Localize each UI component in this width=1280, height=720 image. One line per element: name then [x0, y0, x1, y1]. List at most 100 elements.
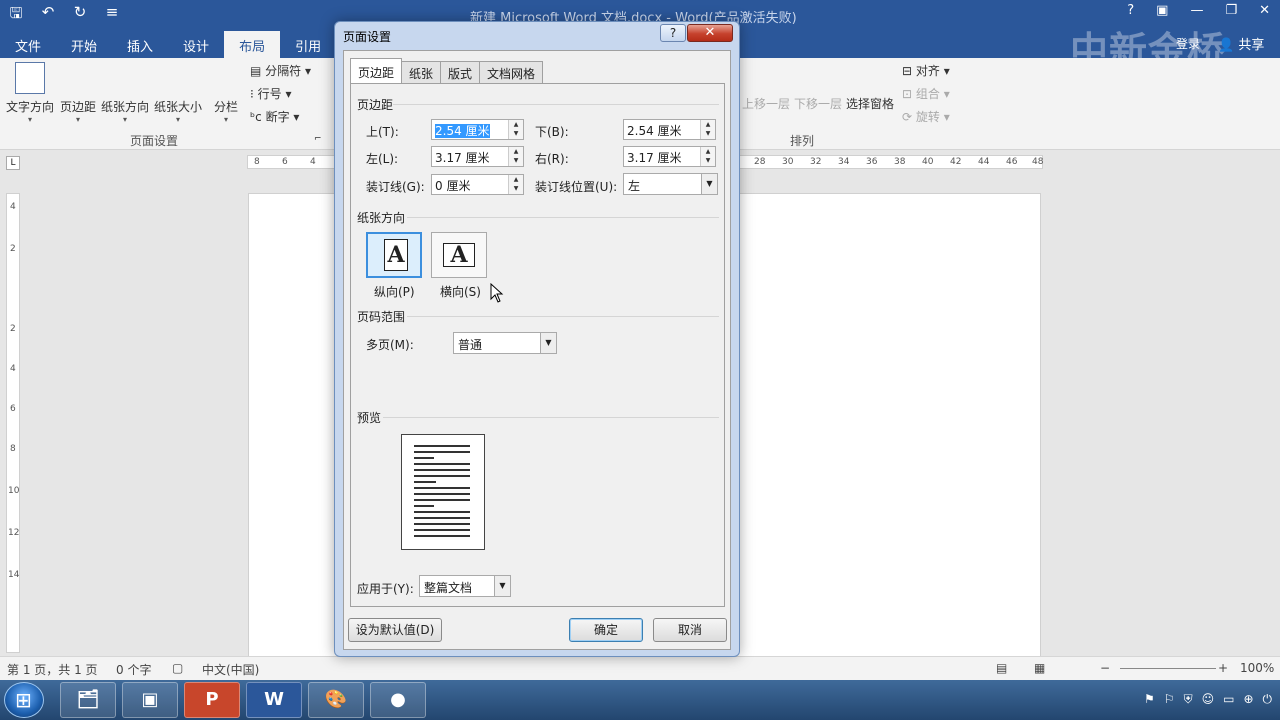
- zoom-level[interactable]: 100%: [1240, 661, 1274, 675]
- dropdown-arrow-icon[interactable]: ▼: [540, 333, 556, 353]
- quick-access-toolbar: 🖫 ↶ ↻ ≡: [6, 3, 122, 28]
- tab-design[interactable]: 设计: [168, 31, 224, 58]
- landscape-option[interactable]: A: [431, 232, 487, 278]
- bottom-margin-input[interactable]: 2.54 厘米 ▲ ▼: [623, 119, 716, 140]
- preview-line: [414, 523, 470, 525]
- dialog-launcher-icon[interactable]: ⌐: [314, 134, 322, 144]
- zoom-out-icon[interactable]: −: [1100, 661, 1110, 675]
- portrait-option[interactable]: A: [366, 232, 422, 278]
- hyphenation-button[interactable]: ᵇc 断字 ▾: [250, 108, 299, 125]
- orientation-button[interactable]: 纸张方向 ▾: [100, 62, 388, 287]
- tab-insert[interactable]: 插入: [112, 31, 168, 58]
- preview-line: [414, 529, 470, 531]
- dialog-close-button[interactable]: ✕: [687, 24, 733, 42]
- ribbon-display-icon[interactable]: ▣: [1156, 3, 1168, 18]
- recorder-icon[interactable]: ●: [370, 682, 426, 718]
- network-icon[interactable]: ⚑: [1144, 692, 1155, 720]
- columns-button[interactable]: 分栏 ▾: [210, 62, 489, 287]
- ok-button[interactable]: 确定: [569, 618, 643, 642]
- ruler-tick: 4: [10, 364, 16, 374]
- spin-arrows-icon[interactable]: ▲ ▼: [508, 175, 523, 194]
- add-icon[interactable]: ⊕: [1243, 692, 1253, 720]
- share-button[interactable]: 👤 共享: [1218, 34, 1264, 53]
- display-icon[interactable]: ▭: [1223, 692, 1234, 720]
- send-backward-button[interactable]: 下移一层: [794, 95, 842, 112]
- tab-margins[interactable]: 页边距: [350, 58, 403, 83]
- powerpoint-icon[interactable]: P: [184, 682, 240, 718]
- tab-stop-selector[interactable]: L: [6, 156, 20, 170]
- explorer-icon[interactable]: 🗂: [60, 682, 116, 718]
- cancel-button[interactable]: 取消: [653, 618, 727, 642]
- margins-button[interactable]: 页边距 ▾: [58, 62, 341, 287]
- spin-arrows-icon[interactable]: ▲ ▼: [508, 120, 523, 139]
- paint-icon[interactable]: 🎨: [308, 682, 364, 718]
- minimize-icon[interactable]: —: [1190, 3, 1203, 18]
- undo-icon[interactable]: ↶: [38, 3, 58, 28]
- print-layout-icon[interactable]: ▦: [1034, 661, 1045, 675]
- start-button[interactable]: [4, 682, 44, 718]
- tab-paper[interactable]: 纸张: [401, 61, 442, 83]
- set-default-button[interactable]: 设为默认值(D): [348, 618, 442, 642]
- ruler-tick: 10: [8, 486, 20, 496]
- flag-icon[interactable]: ⚐: [1164, 692, 1175, 720]
- restore-icon[interactable]: ❐: [1225, 3, 1237, 18]
- shield-icon[interactable]: ⛨: [1184, 692, 1193, 720]
- power-icon[interactable]: ⏻: [1263, 692, 1273, 720]
- gutter-input[interactable]: 0 厘米 ▲ ▼: [431, 174, 524, 195]
- tab-layout-options[interactable]: 版式: [440, 61, 481, 83]
- breaks-button[interactable]: ▤ 分隔符 ▾: [250, 62, 311, 79]
- vertical-ruler[interactable]: 4 2 2 4 6 8 10 12 14: [6, 193, 20, 653]
- landscape-label[interactable]: 横向(S): [440, 283, 481, 300]
- spin-arrows-icon[interactable]: ▲ ▼: [700, 120, 715, 139]
- proofing-icon[interactable]: ▢: [172, 661, 183, 675]
- dropdown-arrow-icon[interactable]: ▼: [494, 576, 510, 596]
- tab-file[interactable]: 文件: [0, 31, 56, 58]
- read-mode-icon[interactable]: ▤: [996, 661, 1007, 675]
- ruler-tick: 38: [894, 157, 906, 167]
- customize-qat-icon[interactable]: ≡: [102, 3, 122, 28]
- save-icon[interactable]: 🖫: [6, 3, 26, 28]
- tab-document-grid[interactable]: 文档网格: [479, 61, 544, 83]
- media-app-icon[interactable]: ▣: [122, 682, 178, 718]
- chevron-down-icon: ▾: [175, 115, 180, 124]
- tab-references[interactable]: 引用: [280, 31, 336, 58]
- group-button[interactable]: ⊡ 组合 ▾: [902, 85, 950, 102]
- login-link[interactable]: 登录: [1176, 35, 1200, 52]
- page-count[interactable]: 第 1 页，共 1 页: [7, 661, 98, 678]
- bring-forward-button[interactable]: 上移一层: [742, 95, 790, 112]
- top-margin-input[interactable]: 2.54 厘米 ▲ ▼: [431, 119, 524, 140]
- align-button[interactable]: ⊟ 对齐 ▾: [902, 62, 950, 79]
- multiple-pages-value: 普通: [458, 338, 483, 352]
- close-icon[interactable]: ✕: [1259, 3, 1270, 18]
- text-direction-button[interactable]: 文字方向 ▾: [4, 62, 56, 124]
- redo-icon[interactable]: ↻: [70, 3, 90, 28]
- left-margin-input[interactable]: 3.17 厘米 ▲ ▼: [431, 146, 524, 167]
- preview-line: [414, 517, 470, 519]
- multiple-pages-select[interactable]: 普通 ▼: [453, 332, 557, 354]
- language-indicator[interactable]: 中文(中国): [202, 661, 259, 678]
- size-button[interactable]: 纸张大小 ▾: [152, 62, 441, 287]
- people-icon[interactable]: ☺: [1202, 692, 1215, 720]
- line-numbers-button[interactable]: ⁝ 行号 ▾: [250, 85, 292, 102]
- word-count[interactable]: 0 个字: [116, 661, 151, 678]
- rotate-button[interactable]: ⟳ 旋转 ▾: [902, 108, 950, 125]
- gutter-position-select[interactable]: 左 ▼: [623, 173, 718, 195]
- spin-arrows-icon[interactable]: ▲ ▼: [508, 147, 523, 166]
- preview-line: [414, 481, 436, 483]
- word-icon[interactable]: W: [246, 682, 302, 718]
- ruler-tick: 8: [254, 157, 260, 167]
- dropdown-arrow-icon[interactable]: ▼: [701, 174, 717, 194]
- tab-home[interactable]: 开始: [56, 31, 112, 58]
- dialog-help-button[interactable]: ?: [660, 24, 686, 42]
- portrait-label[interactable]: 纵向(P): [374, 283, 415, 300]
- apply-to-select[interactable]: 整篇文档 ▼: [419, 575, 511, 597]
- ruler-tick: 30: [782, 157, 794, 167]
- selection-pane-button[interactable]: 选择窗格: [846, 95, 894, 112]
- spin-arrows-icon[interactable]: ▲ ▼: [700, 147, 715, 166]
- zoom-slider[interactable]: [1120, 668, 1216, 669]
- help-icon[interactable]: ?: [1127, 3, 1134, 18]
- section-divider: [383, 417, 719, 418]
- right-margin-input[interactable]: 3.17 厘米 ▲ ▼: [623, 146, 716, 167]
- tab-layout[interactable]: 布局: [224, 31, 281, 58]
- zoom-in-icon[interactable]: +: [1218, 661, 1228, 675]
